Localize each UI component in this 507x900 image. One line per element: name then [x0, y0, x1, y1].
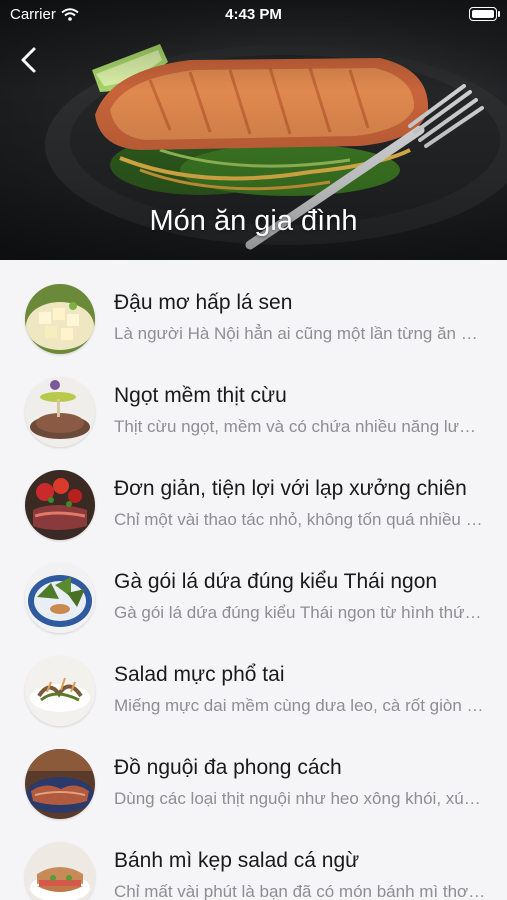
list-item[interactable]: Đơn giản, tiện lợi với lạp xưởng chiên C…: [0, 446, 507, 540]
status-time: 4:43 PM: [225, 6, 282, 23]
header-hero: Carrier 4:43 PM Món ăn gia đình: [0, 0, 507, 260]
recipe-thumbnail: [25, 656, 95, 726]
recipe-title: Gà gói lá dứa đúng kiểu Thái ngon: [114, 570, 438, 593]
list-item[interactable]: Đậu mơ hấp lá sen Là người Hà Nội hẳn ai…: [0, 260, 507, 354]
page-title: Món ăn gia đình: [149, 205, 358, 237]
recipe-description: Chỉ một vài thao tác nhỏ, không tốn quá …: [114, 510, 486, 529]
back-button[interactable]: [14, 42, 46, 78]
list-item[interactable]: Gà gói lá dứa đúng kiểu Thái ngon Gà gói…: [0, 539, 507, 633]
recipe-list: Đậu mơ hấp lá sen Là người Hà Nội hẳn ai…: [0, 260, 507, 900]
battery-icon: [469, 7, 500, 21]
recipe-description: Là người Hà Nội hẳn ai cũng một lần từng…: [114, 324, 486, 343]
recipe-title: Ngọt mềm thịt cừu: [114, 384, 287, 407]
recipe-thumbnail: [25, 470, 95, 540]
list-item[interactable]: Ngọt mềm thịt cừu Thịt cừu ngọt, mềm và …: [0, 353, 507, 447]
list-item[interactable]: Salad mực phổ tai Miếng mực dai mềm cùng…: [0, 632, 507, 726]
status-bar: Carrier 4:43 PM: [0, 0, 507, 30]
recipe-title: Đậu mơ hấp lá sen: [114, 291, 293, 314]
recipe-description: Miếng mực dai mềm cùng dưa leo, cà rốt g…: [114, 696, 486, 715]
list-item[interactable]: Đồ nguội đa phong cách Dùng các loại thị…: [0, 725, 507, 819]
recipe-thumbnail: [25, 749, 95, 819]
recipe-description: Dùng các loại thịt nguội như heo xông kh…: [114, 789, 486, 808]
chevron-left-icon: [21, 47, 36, 73]
recipe-description: Gà gói lá dứa đúng kiểu Thái ngon từ hìn…: [114, 603, 486, 622]
recipe-description: Thịt cừu ngọt, mềm và có chứa nhiều năng…: [114, 417, 486, 436]
screen: Carrier 4:43 PM Món ăn gia đình Đậu mơ h…: [0, 0, 507, 900]
recipe-title: Bánh mì kẹp salad cá ngừ: [114, 849, 360, 872]
recipe-thumbnail: [25, 842, 95, 900]
recipe-thumbnail: [25, 377, 95, 447]
list-item[interactable]: Bánh mì kẹp salad cá ngừ Chỉ mất vài phú…: [0, 818, 507, 900]
recipe-title: Salad mực phổ tai: [114, 663, 285, 686]
recipe-thumbnail: [25, 563, 95, 633]
recipe-thumbnail: [25, 284, 95, 354]
recipe-title: Đơn giản, tiện lợi với lạp xưởng chiên: [114, 477, 467, 500]
recipe-description: Chỉ mất vài phút là bạn đã có món bánh m…: [114, 882, 486, 900]
recipe-title: Đồ nguội đa phong cách: [114, 756, 342, 779]
